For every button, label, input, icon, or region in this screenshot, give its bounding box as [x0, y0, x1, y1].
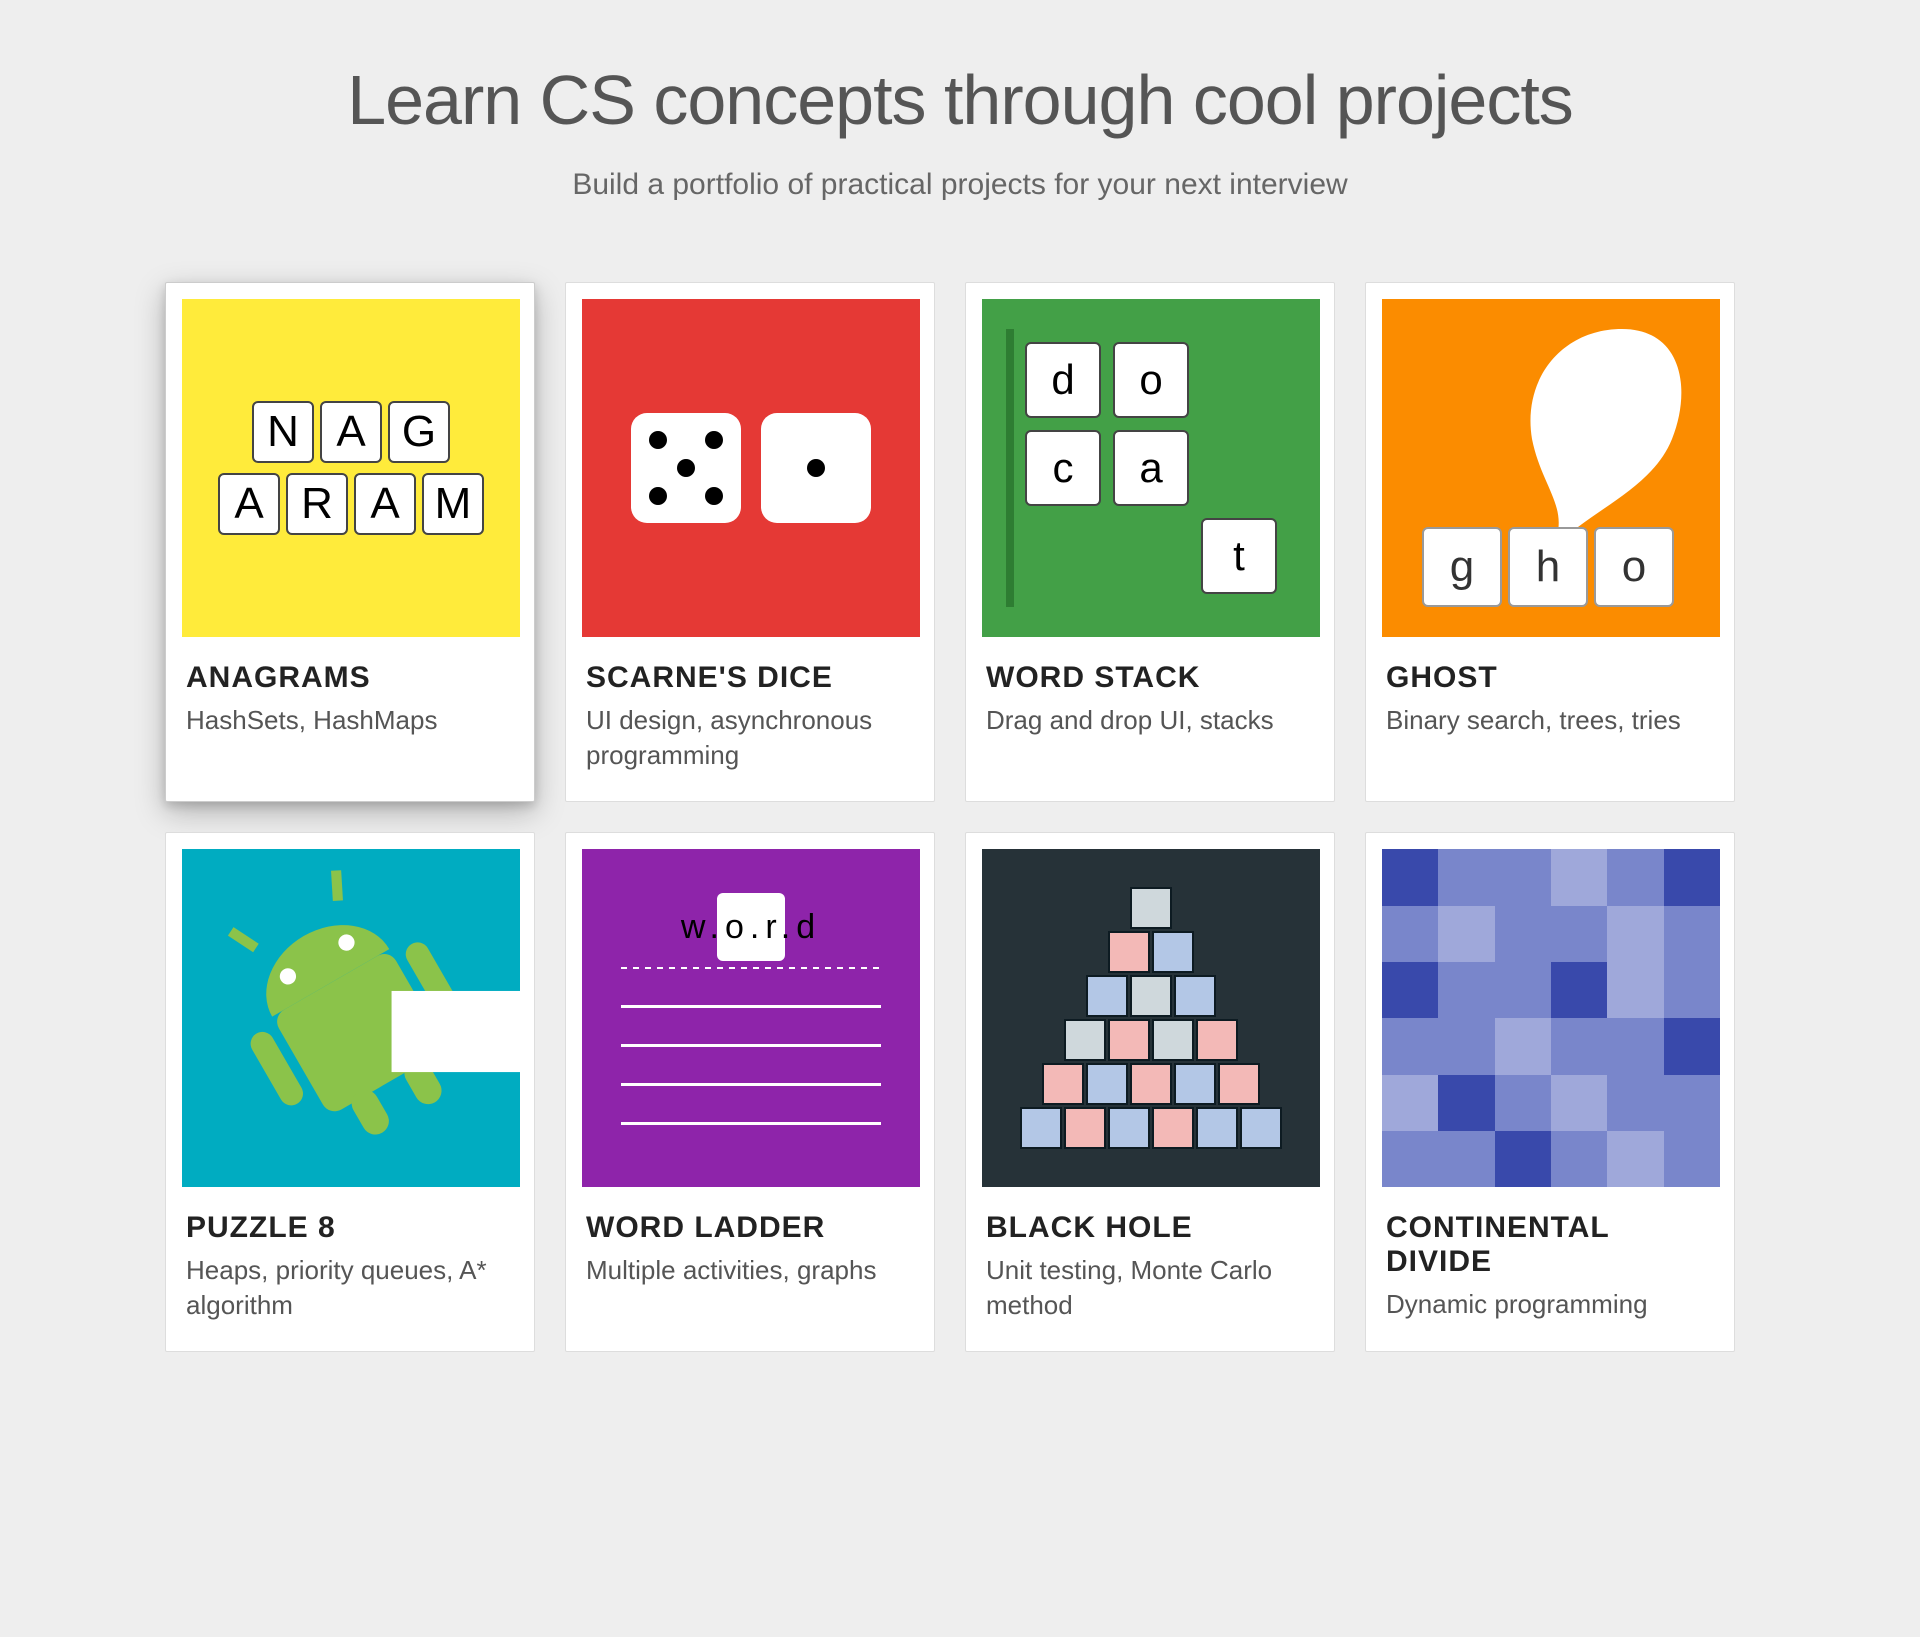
project-subtitle: Heaps, priority queues, A* algorithm: [186, 1253, 514, 1323]
project-card-anagrams[interactable]: NAGARAM ANAGRAMS HashSets, HashMaps: [165, 282, 535, 802]
project-subtitle: HashSets, HashMaps: [186, 703, 514, 738]
project-card-black-hole[interactable]: BLACK HOLE Unit testing, Monte Carlo meth…: [965, 832, 1335, 1352]
project-card-scarnes-dice[interactable]: SCARNE'S DICE UI design, asynchronous pro…: [565, 282, 935, 802]
project-card-ghost[interactable]: gho GHOST Binary search, trees, tries: [1365, 282, 1735, 802]
project-title: SCARNE'S DICE: [586, 661, 914, 695]
project-thumb-word-ladder: w.o.r.d: [582, 849, 920, 1187]
project-thumb-scarnes-dice: [582, 299, 920, 637]
project-subtitle: Multiple activities, graphs: [586, 1253, 914, 1288]
project-title: ANAGRAMS: [186, 661, 514, 695]
project-subtitle: Unit testing, Monte Carlo method: [986, 1253, 1314, 1323]
project-subtitle: Dynamic programming: [1386, 1287, 1714, 1322]
project-title: PUZZLE 8: [186, 1211, 514, 1245]
project-title: WORD LADDER: [586, 1211, 914, 1245]
project-thumb-ghost: gho: [1382, 299, 1720, 637]
hero: Learn CS concepts through cool projects …: [0, 60, 1920, 202]
project-thumb-anagrams: NAGARAM: [182, 299, 520, 637]
project-card-word-ladder[interactable]: w.o.r.d WORD LADDER Multiple activities, g…: [565, 832, 935, 1352]
project-thumb-black-hole: [982, 849, 1320, 1187]
project-title: CONTINENTAL DIVIDE: [1386, 1211, 1714, 1279]
project-subtitle: UI design, asynchronous programming: [586, 703, 914, 773]
project-card-puzzle-8[interactable]: PUZZLE 8 Heaps, priority queues, A* algor…: [165, 832, 535, 1352]
project-card-continental-divide[interactable]: CONTINENTAL DIVIDE Dynamic programming: [1365, 832, 1735, 1352]
project-thumb-puzzle-8: [182, 849, 520, 1187]
project-grid: NAGARAM ANAGRAMS HashSets, HashMaps SCARNE'…: [165, 282, 1755, 1352]
project-title: GHOST: [1386, 661, 1714, 695]
page-title: Learn CS concepts through cool projects: [0, 60, 1920, 140]
android-icon: [182, 849, 520, 1187]
ghost-icon: [1502, 319, 1692, 559]
project-title: BLACK HOLE: [986, 1211, 1314, 1245]
project-subtitle: Drag and drop UI, stacks: [986, 703, 1314, 738]
page-subtitle: Build a portfolio of practical projects …: [0, 168, 1920, 202]
project-thumb-continental-divide: [1382, 849, 1720, 1187]
project-title: WORD STACK: [986, 661, 1314, 695]
project-subtitle: Binary search, trees, tries: [1386, 703, 1714, 738]
project-card-word-stack[interactable]: docat WORD STACK Drag and drop UI, stacks: [965, 282, 1335, 802]
project-thumb-word-stack: docat: [982, 299, 1320, 637]
